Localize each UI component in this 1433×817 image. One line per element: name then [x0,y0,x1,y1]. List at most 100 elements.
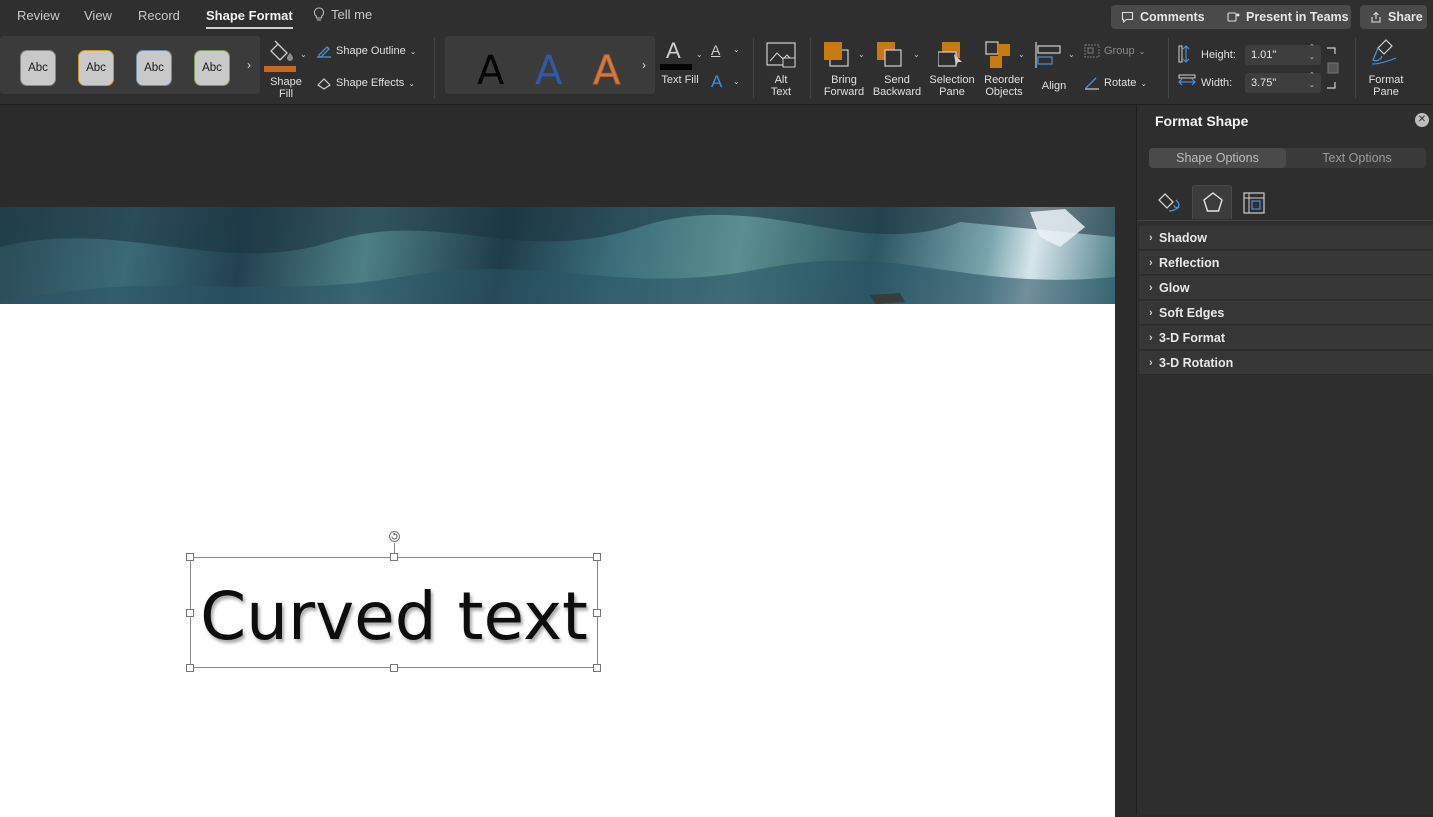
bring-forward-label: Bring Forward [823,74,865,98]
rotate-handle-stem [394,543,395,553]
wordart-more-chevron-icon[interactable]: › [642,58,646,72]
resize-handle-bottom-right[interactable] [593,664,601,672]
section-reflection[interactable]: › Reflection [1139,251,1433,275]
rotate-handle-icon[interactable] [388,530,401,543]
teams-icon [1227,12,1240,22]
resize-handle-bottom-left[interactable] [186,664,194,672]
align-button[interactable]: ⌄ Align [1034,38,1078,102]
shape-style-3[interactable]: Abc [136,50,172,86]
effects-pentagon-icon [1203,192,1223,212]
tab-record[interactable]: Record [138,8,180,23]
rotate-button[interactable]: Rotate ⌄ [1084,76,1147,90]
width-label: Width: [1201,77,1233,89]
section-soft-edges[interactable]: › Soft Edges [1139,301,1433,325]
tab-fill-line[interactable] [1150,185,1190,219]
tab-view[interactable]: View [84,8,112,23]
paint-bucket-icon [270,40,293,61]
text-effects-icon[interactable]: A [711,72,722,92]
reorder-objects-button[interactable]: ⌄ Reorder Objects [980,38,1032,102]
bring-forward-dropdown-icon[interactable]: ⌄ [858,50,865,59]
text-outline-icon[interactable]: A [711,42,720,58]
width-stepper[interactable]: ⌃ ⌄ [1309,71,1315,91]
options-segmented-control: Shape Options Text Options [1149,148,1426,168]
resize-handle-top-right[interactable] [593,553,601,561]
send-backward-button[interactable]: ⌄ Send Backward [871,38,923,102]
resize-handle-left[interactable] [186,609,194,617]
resize-handle-top-left[interactable] [186,553,194,561]
shape-fill-button[interactable]: ⌄ Shape Fill [264,38,308,102]
width-icon [1178,74,1196,86]
fill-color-swatch [264,66,296,72]
tell-me-label: Tell me [331,7,373,22]
alt-text-icon [766,42,796,68]
share-label: Share [1388,10,1423,24]
lock-aspect-ratio-icon[interactable] [1324,46,1340,92]
align-dropdown-icon[interactable]: ⌄ [1068,50,1075,59]
height-stepper[interactable]: ⌃ ⌄ [1309,43,1315,63]
section-3d-rotation[interactable]: › 3-D Rotation [1139,351,1433,375]
selection-pane-button[interactable]: Selection Pane [926,38,978,102]
shape-fill-label: Shape Fill [270,76,302,100]
wordart-style-blue[interactable]: A [535,48,562,94]
group-button[interactable]: Group ⌄ [1084,44,1145,58]
chevron-right-icon: › [1149,282,1153,294]
shape-outline-label: Shape Outline [336,45,406,57]
chevron-right-icon: › [1149,232,1153,244]
ocean-texture-overlay [0,207,1115,304]
tab-effects[interactable] [1192,185,1232,219]
alt-text-button[interactable]: Alt Text [763,38,799,102]
shape-effects-icon [317,78,331,90]
slide-canvas[interactable] [0,105,1136,817]
present-in-teams-button[interactable]: Present in Teams [1217,5,1351,29]
tab-shape-options[interactable]: Shape Options [1149,148,1286,168]
comments-label: Comments [1140,10,1205,24]
shape-style-1[interactable]: Abc [20,50,56,86]
section-3d-format[interactable]: › 3-D Format [1139,326,1433,350]
reorder-objects-label: Reorder Objects [984,74,1024,98]
resize-handle-right[interactable] [593,609,601,617]
section-shadow[interactable]: › Shadow [1139,226,1433,250]
bring-forward-button[interactable]: ⌄ Bring Forward [818,38,870,102]
chevron-right-icon: › [1149,332,1153,344]
curved-text-textbox[interactable]: Curved text [190,557,598,668]
alt-text-label: Alt Text [770,74,792,98]
format-pane-button[interactable]: Format Pane [1362,38,1410,102]
share-button[interactable]: Share [1360,5,1427,29]
size-properties-icon [1243,192,1265,214]
fill-line-icon [1158,193,1180,212]
shape-effects-label: Shape Effects [336,77,405,89]
send-backward-dropdown-icon[interactable]: ⌄ [913,50,920,59]
tab-size-properties[interactable] [1234,185,1274,219]
slide[interactable] [0,207,1115,817]
resize-handle-top[interactable] [390,553,398,561]
close-icon[interactable]: ✕ [1415,113,1429,127]
shape-style-2[interactable]: Abc [78,50,114,86]
gallery-more-chevron-icon[interactable]: › [247,58,251,72]
wordart-styles-gallery: A A A › [445,36,655,95]
tab-text-options[interactable]: Text Options [1288,148,1426,168]
text-fill-dropdown-icon[interactable]: ⌄ [696,50,703,59]
slide-header-image[interactable] [0,207,1115,304]
text-fill-button[interactable]: A ⌄ Text Fill [658,38,706,102]
text-effects-dropdown-icon[interactable]: ⌄ [733,77,740,86]
text-outline-dropdown-icon[interactable]: ⌄ [733,45,740,54]
tell-me[interactable]: Tell me [313,7,372,22]
reorder-dropdown-icon[interactable]: ⌄ [1018,50,1025,59]
shape-effects-button[interactable]: Shape Effects ⌄ [316,76,415,90]
tab-review[interactable]: Review [17,8,60,23]
text-fill-a-icon: A [666,38,681,63]
rotate-icon [1085,77,1099,90]
selection-pane-icon [938,42,962,67]
shape-style-4[interactable]: Abc [194,50,230,86]
wordart-style-black[interactable]: A [477,48,504,94]
shape-fill-dropdown-icon[interactable]: ⌄ [300,50,307,59]
shape-outline-button[interactable]: Shape Outline ⌄ [316,44,416,58]
resize-handle-bottom[interactable] [390,664,398,672]
wordart-style-orange[interactable]: A [592,48,620,95]
send-backward-icon [877,42,902,67]
textbox-text[interactable]: Curved text [191,578,597,655]
section-glow[interactable]: › Glow [1139,276,1433,300]
text-fill-label: Text Fill [661,74,699,86]
tab-shape-format[interactable]: Shape Format [206,8,293,29]
height-icon [1178,45,1190,63]
